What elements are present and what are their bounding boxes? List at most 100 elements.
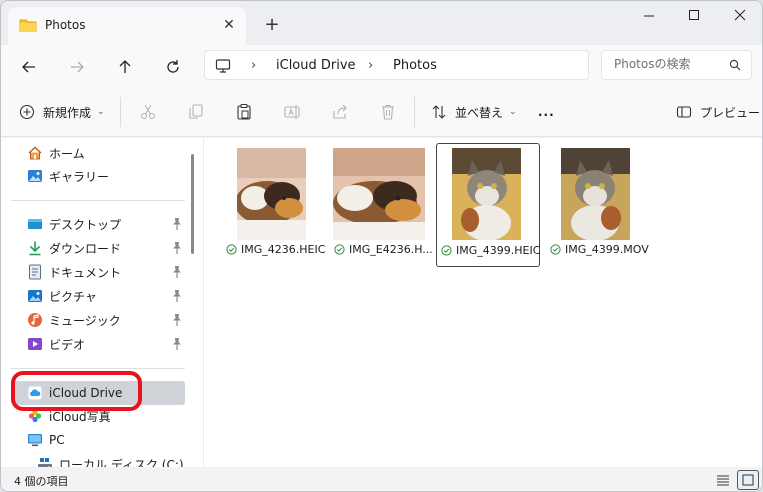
close-window-button[interactable] bbox=[725, 9, 755, 29]
nav-label-home: ホーム bbox=[49, 146, 85, 161]
file-item[interactable]: IMG_E4236.H... bbox=[330, 143, 434, 267]
preview-label: プレビュー bbox=[700, 105, 761, 120]
tab-title: Photos bbox=[45, 18, 86, 32]
nav-item-home[interactable]: ホーム bbox=[27, 142, 187, 164]
up-button[interactable] bbox=[113, 55, 137, 79]
folder-icon bbox=[19, 19, 37, 32]
new-button[interactable]: 新規作成 ⌄ bbox=[19, 100, 105, 124]
nav-item-desktop[interactable]: デスクトップ bbox=[27, 213, 187, 235]
arrow-up-icon bbox=[119, 60, 131, 73]
file-item[interactable]: IMG_4399.MOV bbox=[546, 143, 650, 267]
close-icon bbox=[734, 9, 746, 21]
chevron-down-icon: ⌄ bbox=[97, 107, 105, 117]
copy-button[interactable] bbox=[187, 100, 205, 124]
file-item-selected[interactable]: IMG_4399.HEIC bbox=[436, 143, 540, 267]
nav-label-downloads: ダウンロード bbox=[49, 241, 122, 256]
refresh-button[interactable] bbox=[161, 55, 185, 79]
tiles-view-icon bbox=[742, 474, 754, 486]
details-view-icon bbox=[717, 475, 729, 486]
large-icons-view-button[interactable] bbox=[737, 470, 759, 490]
drive-icon bbox=[38, 458, 52, 467]
forward-button[interactable] bbox=[65, 55, 89, 79]
video-thumbnail bbox=[561, 148, 630, 240]
sort-icon bbox=[432, 105, 446, 119]
nav-item-pc[interactable]: PC bbox=[27, 429, 187, 451]
refresh-icon bbox=[167, 60, 179, 73]
toolbar-divider bbox=[120, 97, 121, 127]
nav-item-videos[interactable]: ビデオ bbox=[27, 333, 187, 355]
chevron-right-icon: › bbox=[368, 58, 374, 73]
file-name: IMG_4399.HEIC bbox=[456, 244, 541, 257]
breadcrumb-icloud-drive[interactable]: iCloud Drive bbox=[276, 58, 356, 73]
file-name: IMG_4399.MOV bbox=[565, 243, 649, 256]
sort-button-label: 並べ替え bbox=[455, 105, 504, 120]
breadcrumb-photos[interactable]: Photos bbox=[393, 58, 437, 73]
new-tab-button[interactable]: + bbox=[261, 15, 283, 37]
new-button-label: 新規作成 bbox=[43, 105, 92, 120]
copy-icon bbox=[189, 104, 203, 119]
preview-pane-button[interactable]: プレビュー bbox=[676, 100, 760, 124]
cut-button[interactable] bbox=[139, 100, 157, 124]
nav-item-music[interactable]: ミュージック bbox=[27, 309, 187, 331]
pictures-icon bbox=[28, 290, 42, 302]
nav-item-downloads[interactable]: ダウンロード bbox=[27, 237, 187, 259]
pc-icon bbox=[28, 434, 42, 447]
file-list: IMG_4236.HEIC IMG_E4236.H... IMG_4399.HE… bbox=[204, 138, 762, 467]
delete-button[interactable] bbox=[379, 100, 397, 124]
minimize-button[interactable] bbox=[634, 9, 664, 29]
trash-icon bbox=[382, 104, 394, 120]
nav-label-pictures: ピクチャ bbox=[49, 289, 97, 304]
nav-divider bbox=[11, 200, 185, 201]
more-options-button[interactable]: ... bbox=[538, 100, 555, 124]
nav-item-pictures[interactable]: ピクチャ bbox=[27, 285, 187, 307]
pin-icon[interactable] bbox=[171, 313, 183, 327]
sort-button[interactable]: 並べ替え ⌄ bbox=[431, 100, 517, 124]
minimize-icon bbox=[644, 15, 654, 17]
tab-photos[interactable]: Photos ✕ bbox=[8, 7, 246, 45]
documents-icon bbox=[29, 264, 41, 280]
pin-icon[interactable] bbox=[171, 289, 183, 303]
annotation-highlight-ring bbox=[11, 371, 142, 411]
item-count: 4 個の項目 bbox=[14, 475, 69, 488]
plus-circle-icon bbox=[19, 104, 35, 120]
home-icon bbox=[28, 146, 42, 160]
nav-label-gallery: ギャラリー bbox=[49, 169, 110, 184]
clipboard-icon bbox=[237, 103, 251, 120]
pin-icon[interactable] bbox=[171, 265, 183, 279]
videos-icon bbox=[28, 338, 42, 350]
back-button[interactable] bbox=[17, 55, 41, 79]
search-input[interactable] bbox=[614, 57, 724, 71]
address-bar[interactable]: › iCloud Drive › Photos bbox=[204, 50, 589, 80]
nav-label-local-disk: ローカル ディスク (C:) bbox=[59, 457, 184, 468]
nav-label-desktop: デスクトップ bbox=[49, 217, 122, 232]
nav-label-documents: ドキュメント bbox=[49, 265, 122, 280]
pin-icon[interactable] bbox=[171, 337, 183, 351]
gallery-icon bbox=[28, 170, 42, 182]
command-bar: 新規作成 ⌄ 並べ替え ⌄ ... プレビュー bbox=[1, 87, 762, 137]
pin-icon[interactable] bbox=[171, 217, 183, 231]
nav-label-videos: ビデオ bbox=[49, 337, 86, 352]
scissors-icon bbox=[140, 104, 156, 120]
file-item[interactable]: IMG_4236.HEIC bbox=[222, 143, 326, 267]
close-tab-button[interactable]: ✕ bbox=[220, 16, 238, 34]
nav-item-gallery[interactable]: ギャラリー bbox=[27, 165, 187, 187]
nav-item-local-disk[interactable]: ローカル ディスク (C:) bbox=[37, 453, 197, 467]
sidebar-scrollbar[interactable] bbox=[191, 154, 194, 254]
maximize-button[interactable] bbox=[679, 9, 709, 29]
search-icon bbox=[729, 59, 741, 71]
status-bar: 4 個の項目 bbox=[1, 467, 762, 491]
nav-item-documents[interactable]: ドキュメント bbox=[27, 261, 187, 283]
search-box[interactable] bbox=[601, 50, 752, 80]
music-icon bbox=[28, 313, 42, 327]
details-view-button[interactable] bbox=[712, 470, 734, 490]
paste-button[interactable] bbox=[235, 100, 253, 124]
pin-icon[interactable] bbox=[171, 241, 183, 255]
share-button[interactable] bbox=[331, 100, 349, 124]
file-name: IMG_E4236.H... bbox=[349, 243, 433, 256]
photo-thumbnail bbox=[452, 148, 521, 240]
rename-button[interactable] bbox=[283, 100, 301, 124]
photo-thumbnail bbox=[333, 148, 425, 240]
preview-pane-icon bbox=[676, 106, 692, 118]
main-area: ホーム ギャラリー デスクトップ ダウンロード ドキュメント ピクチャ ミュージ… bbox=[1, 138, 762, 467]
share-icon bbox=[333, 104, 347, 119]
